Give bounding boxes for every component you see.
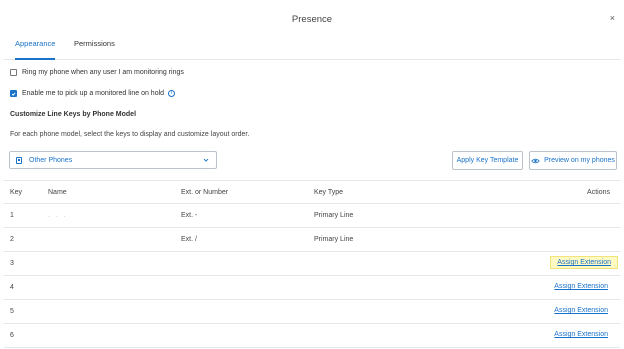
preview-on-phones-button[interactable]: Preview on my phones bbox=[529, 151, 617, 170]
pickup-option[interactable]: Enable me to pick up a monitored line on… bbox=[10, 90, 176, 97]
assign-extension-link[interactable]: Assign Extension bbox=[550, 256, 618, 269]
customize-title: Customize Line Keys by Phone Model bbox=[10, 111, 137, 118]
close-icon[interactable]: × bbox=[610, 13, 615, 23]
table-row: 1 . . . Ext. - Primary Line bbox=[4, 204, 620, 228]
chevron-down-icon bbox=[203, 158, 209, 162]
customize-description: For each phone model, select the keys to… bbox=[10, 131, 250, 138]
cell-ext: Ext. - bbox=[181, 212, 198, 219]
header-name: Name bbox=[48, 189, 67, 196]
header-key: Key bbox=[10, 189, 23, 196]
header-key-type: Key Type bbox=[314, 189, 344, 196]
preview-on-phones-label: Preview on my phones bbox=[544, 157, 615, 164]
cell-key: 1 bbox=[10, 212, 14, 219]
assign-extension-link[interactable]: Assign Extension bbox=[552, 282, 610, 291]
header-ext: Ext. or Number bbox=[181, 189, 229, 196]
ring-option[interactable]: Ring my phone when any user I am monitor… bbox=[10, 69, 184, 76]
cell-key-type: Primary Line bbox=[314, 212, 354, 219]
dialog-header: Presence × bbox=[4, 4, 620, 34]
cell-key: 2 bbox=[10, 236, 14, 243]
pickup-label: Enable me to pick up a monitored line on… bbox=[22, 90, 165, 97]
ring-checkbox[interactable] bbox=[10, 69, 17, 76]
pickup-checkbox[interactable] bbox=[10, 90, 17, 97]
info-icon[interactable]: i bbox=[168, 90, 176, 97]
cell-key-type: Primary Line bbox=[314, 236, 354, 243]
apply-key-template-label: Apply Key Template bbox=[456, 157, 519, 164]
checkmark-icon bbox=[11, 92, 16, 96]
table-row: 3 Assign Extension bbox=[4, 252, 620, 276]
cell-name: . . . bbox=[48, 212, 68, 219]
assign-extension-link[interactable]: Assign Extension bbox=[552, 306, 610, 315]
cell-ext: Ext. / bbox=[181, 236, 197, 243]
cell-key: 5 bbox=[10, 308, 14, 315]
cell-key: 3 bbox=[10, 260, 14, 267]
tab-appearance[interactable]: Appearance bbox=[15, 39, 55, 60]
tab-permissions[interactable]: Permissions bbox=[74, 39, 115, 60]
ring-label: Ring my phone when any user I am monitor… bbox=[22, 69, 184, 76]
assign-extension-link[interactable]: Assign Extension bbox=[552, 330, 610, 339]
table-header: Key Name Ext. or Number Key Type Actions bbox=[4, 180, 620, 204]
apply-key-template-button[interactable]: Apply Key Template bbox=[452, 151, 523, 170]
presence-dialog: Presence × Appearance Permissions Ring m… bbox=[4, 4, 620, 349]
phone-icon bbox=[16, 156, 22, 164]
table-row: 5 Assign Extension bbox=[4, 300, 620, 324]
cell-key: 6 bbox=[10, 332, 14, 339]
phone-model-select[interactable]: Other Phones bbox=[9, 151, 217, 169]
cell-key: 4 bbox=[10, 284, 14, 291]
dialog-title: Presence bbox=[291, 14, 333, 25]
tab-bar: Appearance Permissions bbox=[4, 34, 620, 60]
table-row: 6 Assign Extension bbox=[4, 324, 620, 348]
eye-icon bbox=[531, 158, 540, 163]
phone-model-value: Other Phones bbox=[29, 156, 73, 164]
table-row: 4 Assign Extension bbox=[4, 276, 620, 300]
header-actions: Actions bbox=[587, 189, 610, 196]
line-keys-table: Key Name Ext. or Number Key Type Actions… bbox=[4, 180, 620, 348]
table-row: 2 Ext. / Primary Line bbox=[4, 228, 620, 252]
